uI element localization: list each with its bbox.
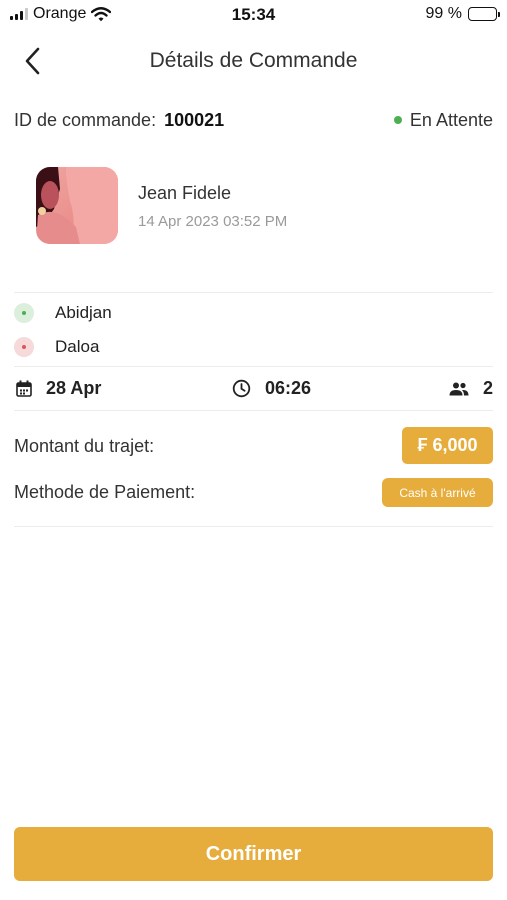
route-origin: Abidjan (14, 302, 112, 324)
destination-marker-icon (14, 337, 34, 357)
order-status: En Attente (393, 109, 493, 131)
trip-date-label: 28 Apr (46, 378, 102, 398)
order-datetime: 14 Apr 2023 03:52 PM (138, 213, 288, 230)
battery-icon (468, 7, 500, 21)
route-destination: Daloa (14, 336, 99, 358)
calendar-icon (16, 380, 32, 397)
avatar[interactable] (36, 167, 118, 244)
passenger-count: 2 (482, 378, 493, 398)
divider (14, 292, 493, 293)
page-title: Détails de Commande (149, 49, 358, 72)
trip-date: 28 Apr (16, 378, 101, 399)
status-bar: Orange 15:34 99 % (0, 0, 507, 30)
order-row: ID de commande: 100021 En Attente (14, 108, 493, 132)
order-id-group: ID de commande: 100021 (14, 110, 224, 131)
customer-photo (36, 167, 118, 244)
order-id-label: ID de commande: (14, 109, 157, 130)
origin-marker-icon (14, 303, 34, 323)
battery-percent: 99 % (425, 5, 462, 22)
customer-name: Jean Fidele (138, 183, 232, 203)
trip-passengers: 2 (449, 378, 493, 399)
trip-time-label: 06:26 (265, 378, 312, 398)
clock-icon (232, 379, 251, 398)
status-dot (393, 116, 402, 124)
divider (14, 366, 493, 367)
battery-info: 99 % (425, 5, 500, 23)
trip-time: 06:26 (232, 378, 311, 399)
amount-badge: ₣ 6,000 (402, 427, 493, 464)
divider (14, 410, 493, 411)
confirm-button[interactable]: Confirmer (14, 827, 493, 881)
amount-label: Montant du trajet: (14, 436, 155, 456)
trip-info: 28 Apr 06:26 2 (14, 378, 493, 402)
divider (14, 526, 493, 527)
origin-label: Abidjan (55, 303, 112, 322)
status-label: En Attente (409, 109, 493, 130)
people-icon (449, 382, 469, 395)
order-id: 100021 (164, 109, 225, 130)
payment-method-badge: Cash à l'arrivé (382, 478, 493, 507)
payment-method-label: Methode de Paiement: (14, 482, 196, 502)
destination-label: Daloa (55, 337, 100, 356)
